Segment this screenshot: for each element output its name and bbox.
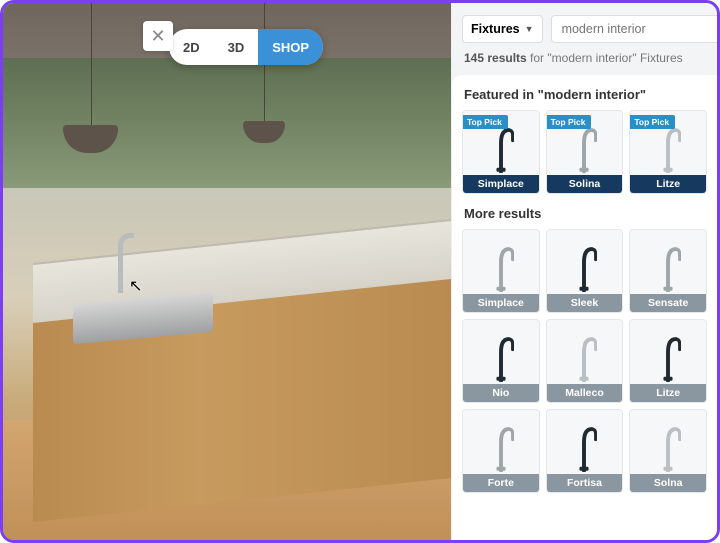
more-results-heading: More results — [464, 206, 707, 221]
chevron-down-icon: ▼ — [525, 24, 534, 34]
product-card[interactable]: Top Pick Simplace — [462, 110, 540, 194]
faucet-icon — [571, 420, 597, 472]
scene-windows — [3, 58, 451, 188]
product-name: Solina — [547, 175, 623, 193]
search-input[interactable] — [558, 16, 720, 42]
close-icon: ✕ — [150, 26, 165, 46]
product-name: Nio — [463, 384, 539, 402]
product-name: Litze — [630, 384, 706, 402]
panel-header: Fixtures ▼ — [452, 3, 717, 51]
category-label: Fixtures — [471, 22, 520, 36]
featured-grid: Top Pick Simplace Top Pick Solina Top Pick Li… — [462, 110, 707, 194]
results-suffix: for "modern interior" Fixtures — [527, 51, 683, 65]
product-card[interactable]: Litze — [629, 319, 707, 403]
product-name: Litze — [630, 175, 706, 193]
product-name: Fortisa — [547, 474, 623, 492]
viewport-3d[interactable]: ↖ 2D 3D SHOP ✕ — [3, 3, 451, 540]
view-3d-button[interactable]: 3D — [214, 29, 259, 65]
results-grid: Simplace Sleek Sensate Nio Malleco Litze Forte… — [462, 229, 707, 493]
product-name: Solna — [630, 474, 706, 492]
search-field[interactable] — [551, 15, 720, 43]
product-card[interactable]: Top Pick Litze — [629, 110, 707, 194]
faucet-icon — [571, 330, 597, 382]
category-dropdown[interactable]: Fixtures ▼ — [462, 15, 543, 43]
product-name: Simplace — [463, 294, 539, 312]
app-frame: ↖ 2D 3D SHOP ✕ Fixtures ▼ 145 results fo… — [0, 0, 720, 543]
faucet-icon — [571, 240, 597, 292]
view-mode-toggle: 2D 3D SHOP — [169, 29, 323, 65]
top-pick-badge: Top Pick — [630, 115, 675, 129]
shop-panel: Fixtures ▼ 145 results for "modern inter… — [451, 3, 717, 540]
product-name: Simplace — [463, 175, 539, 193]
product-card[interactable]: Solna — [629, 409, 707, 493]
top-pick-badge: Top Pick — [463, 115, 508, 129]
product-name: Malleco — [547, 384, 623, 402]
product-card[interactable]: Malleco — [546, 319, 624, 403]
close-panel-button[interactable]: ✕ — [143, 21, 173, 51]
product-card[interactable]: Sleek — [546, 229, 624, 313]
product-card[interactable]: Forte — [462, 409, 540, 493]
faucet-icon — [488, 420, 514, 472]
view-2d-button[interactable]: 2D — [169, 29, 214, 65]
product-card[interactable]: Top Pick Solina — [546, 110, 624, 194]
results-scroll[interactable]: Featured in "modern interior" Top Pick Si… — [452, 75, 717, 540]
featured-heading: Featured in "modern interior" — [464, 87, 707, 102]
faucet-icon — [488, 330, 514, 382]
shop-button[interactable]: SHOP — [258, 29, 323, 65]
faucet-icon — [655, 240, 681, 292]
product-card[interactable]: Sensate — [629, 229, 707, 313]
product-name: Sensate — [630, 294, 706, 312]
product-card[interactable]: Fortisa — [546, 409, 624, 493]
product-name: Sleek — [547, 294, 623, 312]
faucet-icon — [655, 420, 681, 472]
product-name: Forte — [463, 474, 539, 492]
product-card[interactable]: Simplace — [462, 229, 540, 313]
faucet-icon — [655, 330, 681, 382]
results-summary: 145 results for "modern interior" Fixtur… — [452, 51, 717, 75]
product-card[interactable]: Nio — [462, 319, 540, 403]
results-count: 145 results — [464, 51, 527, 65]
cursor-icon: ↖ — [129, 276, 142, 296]
top-pick-badge: Top Pick — [547, 115, 592, 129]
faucet-icon — [488, 240, 514, 292]
